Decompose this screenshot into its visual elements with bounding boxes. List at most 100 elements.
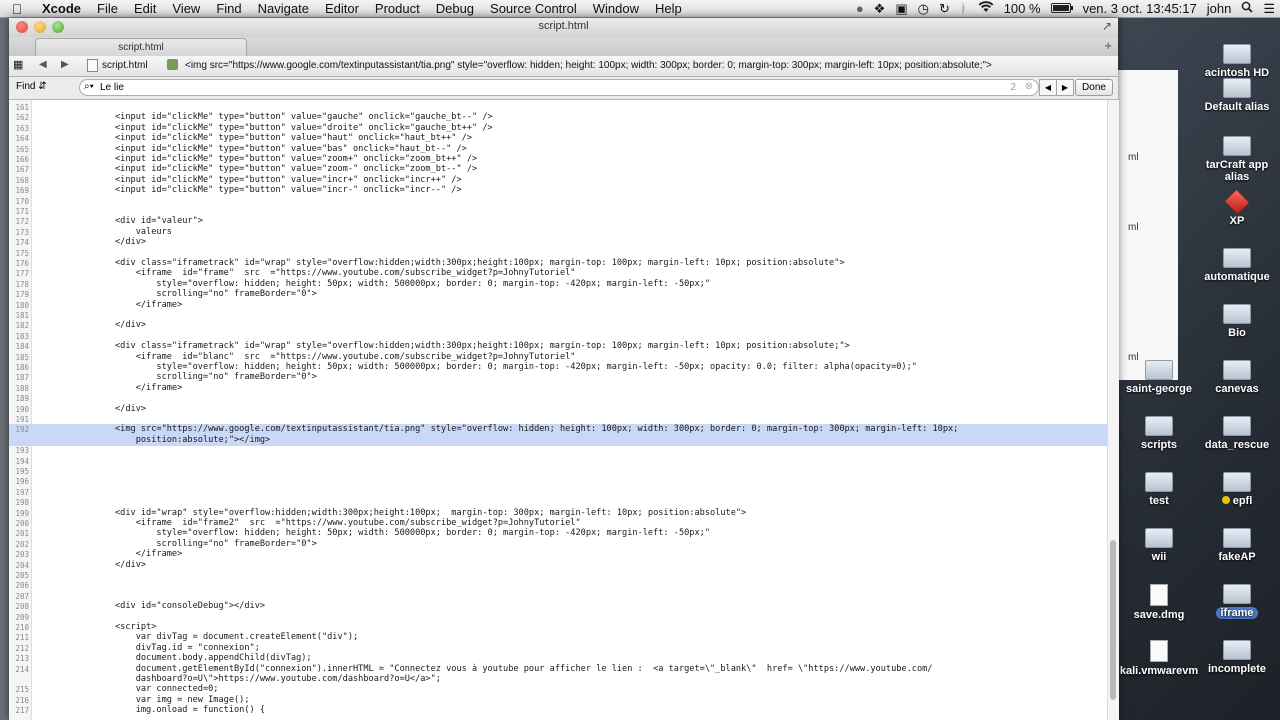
desktop-icon[interactable]: XP — [1197, 190, 1277, 227]
code-line[interactable]: 198 — [9, 497, 1107, 508]
code-line[interactable]: 204 </div> — [9, 560, 1107, 571]
desktop-icon[interactable]: fakeAP — [1197, 528, 1277, 563]
code-line[interactable]: 188 </iframe> — [9, 383, 1107, 394]
code-line[interactable]: 205 — [9, 570, 1107, 581]
code-line[interactable]: 180 </iframe> — [9, 300, 1107, 311]
code-line[interactable]: 202 scrolling="no" frameBorder="0"> — [9, 539, 1107, 550]
code-line[interactable]: 166 <input id="clickMe" type="button" val… — [9, 154, 1107, 165]
code-line[interactable]: 207 — [9, 591, 1107, 602]
desktop-icon[interactable]: save.dmg — [1119, 584, 1199, 621]
code-line[interactable]: 169 <input id="clickMe" type="button" val… — [9, 185, 1107, 196]
find-mode-select[interactable]: Find ⇵ — [16, 81, 47, 92]
tab-script-html[interactable]: script.html — [35, 38, 247, 56]
desktop-icon[interactable]: scripts — [1119, 416, 1199, 451]
back-button[interactable]: ◀ — [39, 59, 47, 70]
clear-search-icon[interactable]: ⊗ — [1025, 81, 1033, 92]
menu-app-name[interactable]: Xcode — [34, 0, 89, 17]
apple-icon[interactable]:  — [0, 1, 34, 17]
desktop-icon[interactable]: saint-george — [1119, 360, 1199, 395]
code-line[interactable]: 203 </iframe> — [9, 549, 1107, 560]
code-line[interactable]: 170 — [9, 196, 1107, 207]
desktop-icon[interactable]: wii — [1119, 528, 1199, 563]
code-line[interactable]: 208 <div id="consoleDebug"></div> — [9, 601, 1107, 612]
code-line[interactable]: 211 var divTag = document.createElement(… — [9, 632, 1107, 643]
bluetooth-icon[interactable]: ᛓ — [955, 1, 973, 16]
code-line[interactable]: 173 valeurs — [9, 227, 1107, 238]
user-name[interactable]: john — [1202, 1, 1237, 16]
desktop-icon[interactable]: automatique — [1197, 248, 1277, 283]
scrollbar-thumb[interactable] — [1110, 540, 1116, 700]
code-line[interactable]: 196 — [9, 476, 1107, 487]
code-line[interactable]: 209 — [9, 612, 1107, 623]
code-line[interactable]: 214 document.getElementById("connexion")… — [9, 664, 1107, 675]
code-line[interactable]: 184 <div class="iframetrack" id="wrap" st… — [9, 341, 1107, 352]
find-next-button[interactable]: ▶ — [1056, 79, 1074, 96]
desktop-icon[interactable]: Default alias — [1197, 78, 1277, 113]
desktop-icon[interactable]: Bio — [1197, 304, 1277, 339]
code-line[interactable]: 197 — [9, 487, 1107, 498]
menu-help[interactable]: Help — [647, 0, 690, 17]
code-line[interactable]: 165 <input id="clickMe" type="button" val… — [9, 144, 1107, 155]
menu-editor[interactable]: Editor — [317, 0, 367, 17]
notification-center-icon[interactable]: ☰ — [1258, 1, 1280, 17]
sync-icon[interactable]: ↻ — [934, 1, 955, 17]
code-line[interactable]: 161 — [9, 102, 1107, 113]
code-line[interactable]: 210 <script> — [9, 622, 1107, 633]
code-line[interactable]: 190 </div> — [9, 404, 1107, 415]
desktop-icon[interactable]: iframe — [1197, 584, 1277, 619]
code-line[interactable]: 167 <input id="clickMe" type="button" val… — [9, 164, 1107, 175]
code-line[interactable]: 171 — [9, 206, 1107, 217]
code-line[interactable]: 192 <img src="https://www.google.com/text… — [9, 424, 1107, 436]
desktop-icon[interactable]: incomplete — [1197, 640, 1277, 675]
code-line[interactable]: 185 <iframe id="blanc" src ="https://www… — [9, 352, 1107, 363]
code-line[interactable]: 195 — [9, 466, 1107, 477]
fullscreen-icon[interactable]: ↗ — [1102, 19, 1112, 33]
desktop-icon[interactable]: data_rescue — [1197, 416, 1277, 451]
code-line[interactable]: 174 </div> — [9, 237, 1107, 248]
code-line[interactable]: 206 — [9, 580, 1107, 591]
menu-file[interactable]: File — [89, 0, 126, 17]
time-machine-icon[interactable]: ◷ — [913, 1, 934, 17]
new-tab-button[interactable]: + — [1104, 38, 1112, 53]
code-line[interactable]: 175 — [9, 248, 1107, 259]
code-line[interactable]: 200 <iframe id="frame2" src ="https://ww… — [9, 518, 1107, 529]
menu-edit[interactable]: Edit — [126, 0, 164, 17]
find-previous-button[interactable]: ◀ — [1039, 79, 1057, 96]
jumpbar-file[interactable]: script.html — [102, 60, 148, 71]
desktop-icon[interactable]: canevas — [1197, 360, 1277, 395]
code-line[interactable]: 217 img.onload = function() { — [9, 705, 1107, 716]
code-line[interactable]: 162 <input id="clickMe" type="button" val… — [9, 112, 1107, 123]
desktop-icon[interactable]: tarCraft app alias — [1197, 136, 1277, 183]
menu-source-control[interactable]: Source Control — [482, 0, 585, 17]
code-line[interactable]: 163 <input id="clickMe" type="button" val… — [9, 123, 1107, 134]
code-line[interactable]: 177 <iframe id="frame" src ="https://www… — [9, 268, 1107, 279]
code-line[interactable]: 193 — [9, 445, 1107, 456]
battery-percent[interactable]: 100 % — [999, 1, 1046, 16]
screen-icon[interactable]: ▣ — [890, 1, 912, 17]
code-line[interactable]: 213 document.body.appendChild(divTag); — [9, 653, 1107, 664]
code-editor[interactable]: 161 162 <input id="clickMe" type="button" … — [9, 100, 1107, 720]
code-line[interactable]: 176 <div class="iframetrack" id="wrap" st… — [9, 258, 1107, 269]
wifi-icon[interactable] — [973, 1, 999, 16]
menu-debug[interactable]: Debug — [428, 0, 482, 17]
code-line[interactable]: 164 <input id="clickMe" type="button" val… — [9, 133, 1107, 144]
desktop-icon[interactable]: acintosh HD — [1197, 44, 1277, 79]
clock[interactable]: ven. 3 oct. 13:45:17 — [1078, 1, 1202, 16]
code-line[interactable]: 172 <div id="valeur"> — [9, 216, 1107, 227]
menu-product[interactable]: Product — [367, 0, 428, 17]
code-line[interactable]: 183 — [9, 331, 1107, 342]
code-line[interactable]: 215 var connected=0; — [9, 684, 1107, 695]
code-line[interactable]: dashboard?o=U\">https://www.youtube.com/… — [9, 674, 1107, 685]
desktop-icon[interactable]: epfl — [1197, 472, 1277, 507]
code-line[interactable]: 178 style="overflow: hidden; height: 50p… — [9, 279, 1107, 290]
find-field[interactable]: ⌕▾ Le lie 2 ⊗ — [79, 79, 1039, 96]
code-line[interactable]: 216 var img = new Image(); — [9, 695, 1107, 706]
code-line[interactable]: 186 style="overflow: hidden; height: 50p… — [9, 362, 1107, 373]
forward-button[interactable]: ▶ — [61, 59, 69, 70]
code-line[interactable]: 181 — [9, 310, 1107, 321]
code-line[interactable]: 189 — [9, 393, 1107, 404]
code-line[interactable]: 199 <div id="wrap" style="overflow:hidden… — [9, 508, 1107, 519]
jumpbar-element[interactable]: <img src="https://www.google.com/textinp… — [185, 60, 1110, 71]
menu-navigate[interactable]: Navigate — [250, 0, 317, 17]
code-line[interactable]: 187 scrolling="no" frameBorder="0"> — [9, 372, 1107, 383]
